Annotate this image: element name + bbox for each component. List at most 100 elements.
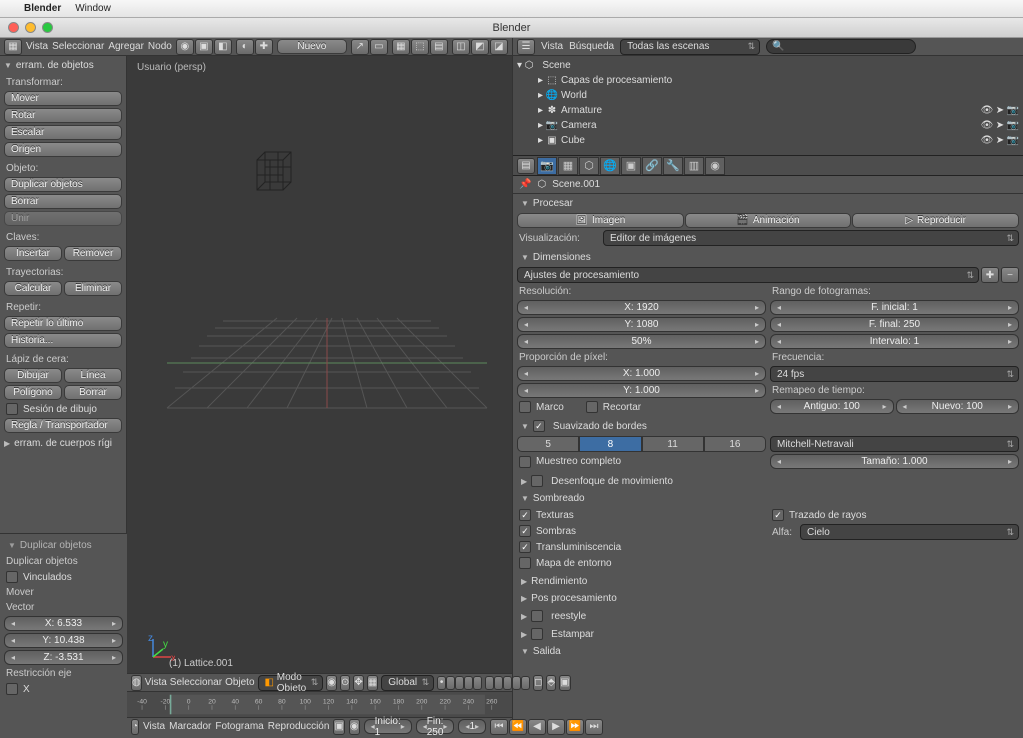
hdr-reestyle[interactable]: reestyle — [517, 608, 1019, 624]
vp-menu-vista[interactable]: Vista — [145, 677, 167, 688]
snap-icon[interactable]: ⬘ — [546, 675, 556, 691]
outliner-filter-dropdown[interactable]: Todas las escenas — [620, 39, 760, 55]
tl-sync-icon[interactable]: ▣ — [333, 719, 344, 735]
editor-type-icon[interactable]: ▦ — [4, 39, 22, 55]
recortar-checkbox[interactable] — [586, 401, 598, 413]
hdr-estampar[interactable]: Estampar — [517, 626, 1019, 642]
calcular-button[interactable]: Calcular — [4, 281, 62, 296]
menu-vista[interactable]: Vista — [26, 41, 48, 52]
tl-menu-vista[interactable]: Vista — [143, 721, 165, 732]
tl-prev-key-icon[interactable]: ⏪ — [509, 719, 527, 735]
translum-checkbox[interactable] — [519, 541, 531, 553]
mac-menu-window[interactable]: Window — [75, 3, 111, 14]
tab-layers[interactable]: ▦ — [558, 157, 578, 175]
aa-filter-dropdown[interactable]: Mitchell-Netravali — [770, 436, 1019, 452]
tab-render[interactable]: 📷 — [537, 157, 557, 175]
mode-icon-3[interactable]: ◧ — [214, 39, 232, 55]
toolshelf-header-objects[interactable]: erram. de objetos — [0, 58, 126, 73]
trazado-checkbox[interactable] — [772, 509, 784, 521]
outliner-row[interactable]: ▸✽Armature👁➤📷 — [517, 103, 1019, 118]
tl-play-rev-icon[interactable]: ◀ — [528, 719, 546, 735]
op-header[interactable]: Duplicar objetos — [4, 538, 123, 553]
tool-icon-f[interactable]: ◫ — [452, 39, 470, 55]
alfa-dropdown[interactable]: Cielo — [800, 524, 1019, 540]
regla-button[interactable]: Regla / Transportador — [4, 418, 122, 433]
remap-antiguo-field[interactable]: ◂Antiguo: 100▸ — [770, 399, 894, 414]
hdr-procesar[interactable]: Procesar — [517, 196, 1019, 211]
tool-icon-d[interactable]: ⬚ — [411, 39, 429, 55]
mover-button[interactable]: Mover — [4, 91, 122, 106]
mode-icon-1[interactable]: ◉ — [176, 39, 194, 55]
vp-menu-objeto[interactable]: Objeto — [225, 677, 254, 688]
estampar-checkbox[interactable] — [531, 628, 543, 640]
escalar-button[interactable]: Escalar — [4, 125, 122, 140]
tab-constraints[interactable]: 🔗 — [642, 157, 662, 175]
tool-icon-a[interactable]: ↗ — [351, 39, 369, 55]
hdr-post[interactable]: Pos procesamiento — [517, 591, 1019, 606]
tl-menu-fotograma[interactable]: Fotograma — [215, 721, 263, 732]
outliner-row[interactable]: ▸📷Camera👁➤📷 — [517, 118, 1019, 133]
tool-icon-h[interactable]: ◪ — [490, 39, 508, 55]
aspect-x-field[interactable]: ◂X: 1.000▸ — [517, 366, 766, 381]
linea-button[interactable]: Línea — [64, 368, 122, 383]
rotar-button[interactable]: Rotar — [4, 108, 122, 123]
ol-menu-vista[interactable]: Vista — [541, 41, 563, 52]
toolshelf-header-rigid[interactable]: erram. de cuerpos rígi — [0, 436, 126, 451]
tab-physics[interactable]: ◉ — [705, 157, 725, 175]
vinculados-checkbox[interactable] — [6, 571, 18, 583]
tl-inicio-field[interactable]: ◂Inicio: 1▸ — [364, 719, 412, 734]
repetir-ultimo-button[interactable]: Repetir lo último — [4, 316, 122, 331]
tab-scene[interactable]: ⬡ — [579, 157, 599, 175]
layer-buttons[interactable]: • — [437, 676, 530, 690]
fps-dropdown[interactable]: 24 fps — [770, 366, 1019, 382]
vector-x-field[interactable]: ◂X: 6.533▸ — [4, 616, 123, 631]
texturas-checkbox[interactable] — [519, 509, 531, 521]
ffinal-field[interactable]: ◂F. final: 250▸ — [770, 317, 1019, 332]
tl-next-key-icon[interactable]: ⏩ — [566, 719, 584, 735]
finicial-field[interactable]: ◂F. inicial: 1▸ — [770, 300, 1019, 315]
marco-checkbox[interactable] — [519, 401, 531, 413]
sesion-checkbox[interactable] — [6, 403, 18, 415]
mapa-entorno-checkbox[interactable] — [519, 557, 531, 569]
insertar-button[interactable]: Insertar — [4, 246, 62, 261]
orientation-dropdown[interactable]: Global — [381, 675, 434, 691]
outliner-row[interactable]: ▸▣Cube👁➤📷 — [517, 133, 1019, 148]
visualizacion-dropdown[interactable]: Editor de imágenes — [603, 230, 1019, 246]
menu-agregar[interactable]: Agregar — [108, 41, 144, 52]
shading-icon[interactable]: ◉ — [326, 675, 337, 691]
borrar-button[interactable]: Borrar — [4, 194, 122, 209]
restriccion-x-checkbox[interactable] — [6, 683, 18, 695]
reestyle-checkbox[interactable] — [531, 610, 543, 622]
tool-icon-g[interactable]: ◩ — [471, 39, 489, 55]
vp-menu-seleccionar[interactable]: Seleccionar — [170, 677, 222, 688]
menu-nodo[interactable]: Nodo — [148, 41, 172, 52]
vector-y-field[interactable]: ◂Y: 10.438▸ — [4, 633, 123, 648]
mb-checkbox[interactable] — [531, 475, 543, 487]
3d-viewport[interactable]: Usuario (persp) — [127, 38, 512, 735]
layers-icon[interactable]: ▦ — [367, 675, 378, 691]
tl-jump-start-icon[interactable]: ⏮ — [490, 719, 508, 735]
menu-seleccionar[interactable]: Seleccionar — [52, 41, 104, 52]
preset-dropdown[interactable]: Ajustes de procesamiento — [517, 267, 979, 283]
preset-remove-icon[interactable]: − — [1001, 267, 1019, 283]
res-pct-field[interactable]: ◂50%▸ — [517, 334, 766, 349]
intervalo-field[interactable]: ◂Intervalo: 1▸ — [770, 334, 1019, 349]
aa-checkbox[interactable] — [533, 420, 545, 432]
mac-menu-app[interactable]: Blender — [24, 3, 61, 14]
tl-menu-reproduccion[interactable]: Reproducción — [268, 721, 330, 732]
eliminar-button[interactable]: Eliminar — [64, 281, 122, 296]
outliner-tree[interactable]: ▾ ⬡ Scene ▸⬚Capas de procesamiento▸🌐Worl… — [513, 56, 1023, 156]
tab-world[interactable]: 🌐 — [600, 157, 620, 175]
poligono-button[interactable]: Polígono — [4, 385, 62, 400]
muestreo-checkbox[interactable] — [519, 456, 531, 468]
hdr-dimensiones[interactable]: Dimensiones — [517, 250, 1019, 265]
remap-nuevo-field[interactable]: ◂Nuevo: 100▸ — [896, 399, 1020, 414]
outliner-row[interactable]: ▸⬚Capas de procesamiento — [517, 73, 1019, 88]
vp-editor-type-icon[interactable]: ◍ — [131, 675, 142, 691]
aa-samples-segmented[interactable]: 5 8 11 16 — [517, 436, 766, 452]
tl-fin-field[interactable]: ◂Fin: 250▸ — [416, 719, 455, 734]
remover-button[interactable]: Remover — [64, 246, 122, 261]
hdr-shading[interactable]: Sombreado — [517, 491, 1019, 506]
tl-current-field[interactable]: ◂1▸ — [458, 719, 486, 734]
hdr-mb[interactable]: Desenfoque de movimiento — [517, 473, 1019, 489]
